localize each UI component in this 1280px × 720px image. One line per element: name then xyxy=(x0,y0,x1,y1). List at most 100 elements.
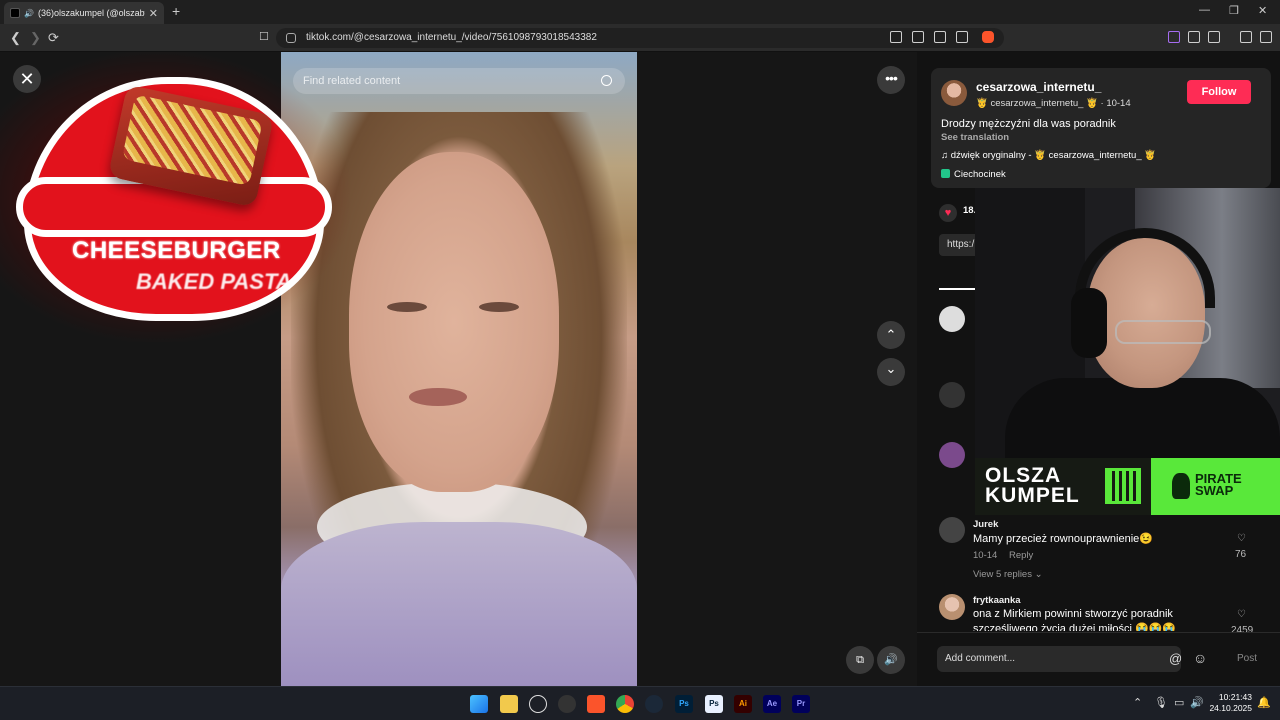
translate-icon[interactable] xyxy=(934,31,946,43)
like-heart-icon[interactable]: ♥ xyxy=(939,204,957,222)
search-icon[interactable] xyxy=(601,75,612,86)
comment-date: 10-14 xyxy=(973,550,998,561)
comment-avatar[interactable] xyxy=(939,517,965,543)
photoshop-beta-icon[interactable]: Ps xyxy=(705,695,723,713)
video-eye xyxy=(479,302,519,312)
start-windows-icon[interactable] xyxy=(470,695,488,713)
brand-panel: OLSZA KUMPEL xyxy=(975,458,1151,515)
comment-avatar[interactable] xyxy=(939,442,965,468)
browser-tab[interactable]: 🔊 (36)olszakumpel (@olszabyk) ✕ xyxy=(4,2,164,24)
close-window-button[interactable]: ✕ xyxy=(1258,4,1267,17)
reader-mode-icon[interactable] xyxy=(890,31,902,43)
post-description: Drodzy mężczyźni dla was poradnik xyxy=(941,118,1116,130)
clock-date: 24.10.2025 xyxy=(1209,703,1252,713)
comment-avatar[interactable] xyxy=(939,382,965,408)
chrome-icon[interactable] xyxy=(616,695,634,713)
leo-ai-icon[interactable] xyxy=(1168,31,1180,43)
follow-button[interactable]: Follow xyxy=(1187,80,1251,104)
brand-line1: OLSZA xyxy=(985,464,1062,487)
comment-avatar[interactable] xyxy=(939,306,965,332)
comment-text: Mamy przecież rownouprawnienie😉 xyxy=(973,533,1153,545)
comment-like-icon[interactable]: ♡ xyxy=(1237,533,1246,544)
windows-taskbar: Ps Ps Ai Ae Pr ⌃ 🎙 ▭ 🔊 10:21:43 24.10.20… xyxy=(0,686,1280,720)
close-video-button[interactable]: ✕ xyxy=(13,65,41,93)
comment-author[interactable]: Jurek xyxy=(973,519,998,530)
promo-overlay: CHEESEBURGER BAKED PASTA xyxy=(0,52,350,342)
pip-button[interactable]: ⧉ xyxy=(846,646,874,674)
video-mouth xyxy=(409,388,467,406)
creator-handle-date: 🤴 cesarzowa_internetu_ 🤴 · 10-14 xyxy=(976,98,1131,109)
forward-arrow-icon[interactable]: ❯ xyxy=(30,30,41,46)
minimize-button[interactable]: — xyxy=(1199,4,1210,16)
video-eye xyxy=(387,302,427,312)
location-label: Ciechocinek xyxy=(954,169,1006,180)
headset-earcup xyxy=(1071,288,1107,358)
creator-username[interactable]: cesarzowa_internetu_ xyxy=(976,80,1101,94)
webcam-glasses xyxy=(1115,320,1211,344)
brave-browser-icon[interactable] xyxy=(587,695,605,713)
reload-icon[interactable]: ⟳ xyxy=(48,30,59,46)
media-icon[interactable] xyxy=(1240,31,1252,43)
microphone-icon[interactable]: 🎙 xyxy=(1154,696,1168,709)
promo-title: CHEESEBURGER xyxy=(72,237,281,264)
emoji-icon[interactable]: ☺ xyxy=(1193,650,1207,666)
site-settings-icon[interactable] xyxy=(286,33,296,43)
see-translation-link[interactable]: See translation xyxy=(941,132,1009,143)
pirate-logo-icon xyxy=(1172,473,1190,499)
tab-title: (36)olszakumpel (@olszabyk) xyxy=(37,8,145,18)
more-options-button[interactable]: ••• xyxy=(877,66,905,94)
notifications-icon[interactable]: 🔔 xyxy=(1257,696,1271,709)
tray-overflow-icon[interactable]: ⌃ xyxy=(1133,696,1142,709)
cast-icon[interactable] xyxy=(912,31,924,43)
comment-like-count: 76 xyxy=(1235,549,1247,560)
music-info[interactable]: ♫ dźwięk oryginalny - 🤴 cesarzowa_intern… xyxy=(941,150,1156,161)
address-bar: ❮ ❯ ⟳ ☐ tiktok.com/@cesarzowa_internetu_… xyxy=(0,24,1280,52)
speaker-icon: 🔊 xyxy=(24,8,34,18)
brave-shield-icon[interactable] xyxy=(982,31,994,43)
comment-text: ona z Mirkiem powinni stworzyć poradnik xyxy=(973,608,1173,620)
mention-icon[interactable]: @ xyxy=(1169,651,1182,666)
add-comment-input[interactable]: Add comment... xyxy=(937,646,1181,672)
stream-banner: OLSZA KUMPEL PIRATE SWAP xyxy=(975,458,1280,515)
comment-avatar[interactable] xyxy=(939,594,965,620)
sponsor-line2: SWAP xyxy=(1195,483,1234,498)
menu-icon[interactable] xyxy=(1260,31,1272,43)
network-icon[interactable]: ▭ xyxy=(1174,696,1184,709)
next-video-button[interactable]: ⌄ xyxy=(877,358,905,386)
comment-text: szczęśliwego życia dużej miłości 😭😭😭 xyxy=(973,623,1177,631)
brand-line2: KUMPEL xyxy=(985,484,1080,507)
illustrator-icon[interactable]: Ai xyxy=(734,695,752,713)
wallet-icon[interactable] xyxy=(1208,31,1220,43)
video-face xyxy=(349,152,559,492)
file-explorer-icon[interactable] xyxy=(500,695,518,713)
browser-tab-bar: 🔊 (36)olszakumpel (@olszabyk) ✕ + — ❐ ✕ xyxy=(0,0,1280,24)
volume-tray-icon[interactable]: 🔊 xyxy=(1190,696,1204,709)
premiere-icon[interactable]: Pr xyxy=(792,695,810,713)
after-effects-icon[interactable]: Ae xyxy=(763,695,781,713)
previous-video-button[interactable]: ⌃ xyxy=(877,321,905,349)
sponsor-name: PIRATE SWAP xyxy=(1195,472,1242,498)
app-icon[interactable] xyxy=(558,695,576,713)
volume-button[interactable]: 🔊 xyxy=(877,646,905,674)
comment-author[interactable]: frytkaanka xyxy=(973,595,1021,606)
comment-like-icon[interactable]: ♡ xyxy=(1237,609,1246,620)
comment-reply-button[interactable]: Reply xyxy=(1009,550,1033,561)
bookmark-icon[interactable]: ☐ xyxy=(259,30,269,43)
system-clock[interactable]: 10:21:43 24.10.2025 xyxy=(1208,692,1252,714)
streamer-webcam-overlay: OLSZA KUMPEL PIRATE SWAP xyxy=(975,188,1280,515)
back-arrow-icon[interactable]: ❮ xyxy=(10,30,21,46)
obs-icon[interactable] xyxy=(529,695,547,713)
tab-close-icon[interactable]: ✕ xyxy=(149,7,158,20)
view-replies-button[interactable]: View 5 replies ⌄ xyxy=(973,569,1043,580)
location-tag[interactable]: Ciechocinek xyxy=(941,169,1006,180)
creator-avatar[interactable] xyxy=(941,80,967,106)
share-icon[interactable] xyxy=(956,31,968,43)
photoshop-icon[interactable]: Ps xyxy=(675,695,693,713)
promo-subtitle: BAKED PASTA xyxy=(136,269,292,294)
steam-icon[interactable] xyxy=(645,695,663,713)
post-comment-button[interactable]: Post xyxy=(1237,653,1257,664)
new-tab-button[interactable]: + xyxy=(172,3,180,19)
maximize-button[interactable]: ❐ xyxy=(1229,4,1239,17)
divider xyxy=(917,632,1280,633)
extensions-icon[interactable] xyxy=(1188,31,1200,43)
